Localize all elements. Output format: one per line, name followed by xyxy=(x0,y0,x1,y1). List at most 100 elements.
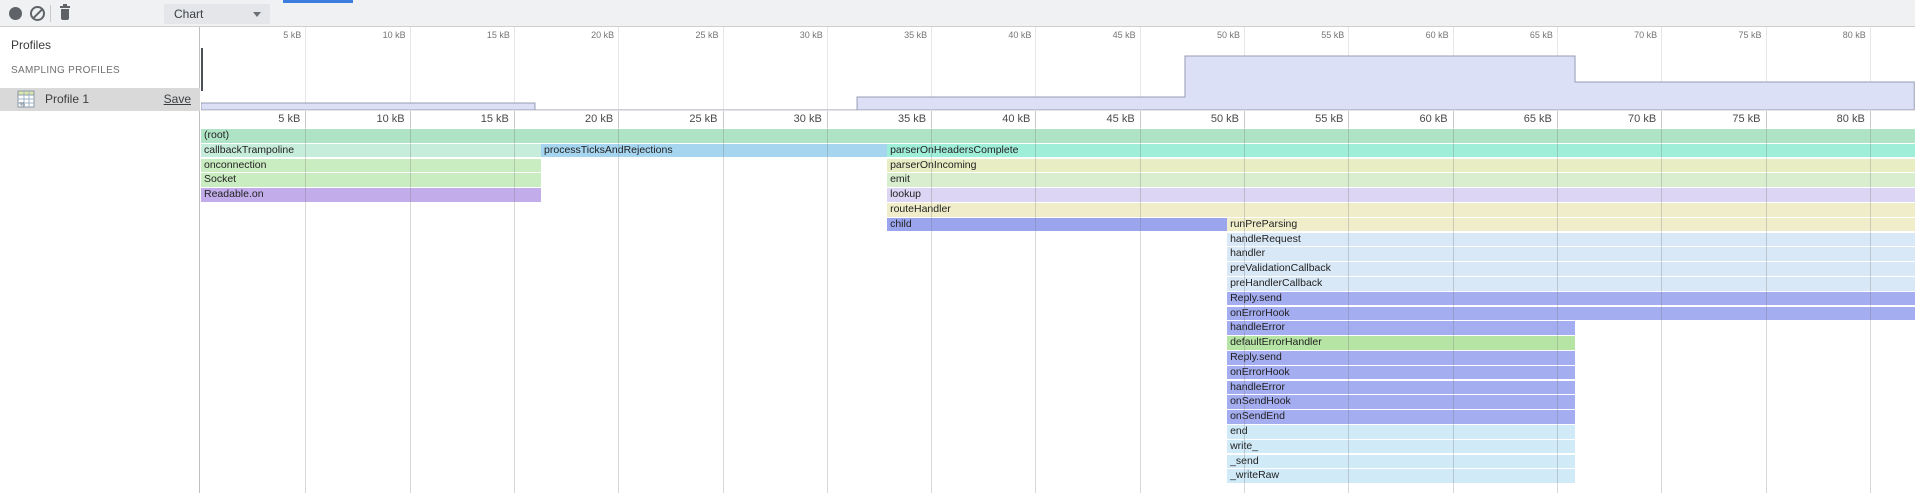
flame-frame-label: Socket xyxy=(201,173,541,187)
flame-frame-label: onSendHook xyxy=(1227,395,1575,409)
gridline xyxy=(1453,111,1454,128)
save-profile-link[interactable]: Save xyxy=(164,92,191,106)
flame-frame-handleerror[interactable]: handleError xyxy=(1227,321,1575,335)
flame-frame-label: end xyxy=(1227,425,1575,439)
profiler-panel: Chart Profiles SAMPLING PROFILES % Profi… xyxy=(0,0,1915,493)
active-tab-indicator xyxy=(283,0,353,3)
sidebar-title: Profiles xyxy=(11,38,51,52)
flame-frame-lookup[interactable]: lookup xyxy=(887,188,1915,202)
gridline xyxy=(1766,111,1767,128)
gridline xyxy=(1140,128,1141,493)
flame-chart[interactable]: (root)callbackTrampolineprocessTicksAndR… xyxy=(201,128,1915,493)
flame-frame-label: defaultErrorHandler xyxy=(1227,336,1575,350)
axis-tick-label: 15 kB xyxy=(439,113,509,125)
gridline xyxy=(827,111,828,128)
flame-frame-handleerror[interactable]: handleError xyxy=(1227,381,1575,395)
flame-frame-label: handleError xyxy=(1227,321,1575,335)
flame-frame-label: (root) xyxy=(201,129,1915,143)
flame-frame-label: write_ xyxy=(1227,440,1575,454)
gridline xyxy=(1661,128,1662,493)
flame-frame-parseronincoming[interactable]: parserOnIncoming xyxy=(887,159,1915,173)
flame-frame-emit[interactable]: emit xyxy=(887,173,1915,187)
gridline xyxy=(1348,128,1349,493)
flame-frame-root[interactable]: (root) xyxy=(201,129,1915,143)
flame-frame-onsendend[interactable]: onSendEnd xyxy=(1227,410,1575,424)
toolbar-divider xyxy=(50,5,51,22)
flame-frame-label: processTicksAndRejections xyxy=(541,144,887,158)
gridline xyxy=(1035,111,1036,128)
flame-frame-label: child xyxy=(887,218,1227,232)
axis-tick-label: 20 kB xyxy=(543,113,613,125)
flame-frame-send[interactable]: _send xyxy=(1227,455,1575,469)
flame-frame-onerrorhook[interactable]: onErrorHook xyxy=(1227,307,1915,321)
chevron-down-icon xyxy=(253,12,261,17)
gridline xyxy=(1870,111,1871,128)
axis-tick-label: 65 kB xyxy=(1482,113,1552,125)
gridline xyxy=(410,128,411,493)
gridline xyxy=(410,111,411,128)
axis-tick-label: 10 kB xyxy=(335,113,405,125)
gridline xyxy=(1557,111,1558,128)
axis-tick-label: 55 kB xyxy=(1273,113,1343,125)
clear-all-icon[interactable] xyxy=(30,6,45,21)
flame-ruler: 5 kB10 kB15 kB20 kB25 kB30 kB35 kB40 kB4… xyxy=(201,110,1915,128)
gridline xyxy=(514,128,515,493)
overview-range-handle[interactable] xyxy=(201,48,203,91)
flame-frame-defaulterrorhandler[interactable]: defaultErrorHandler xyxy=(1227,336,1575,350)
flame-frame-label: parserOnHeadersComplete xyxy=(887,144,1915,158)
gridline xyxy=(723,128,724,493)
flame-frame-callbacktrampoline[interactable]: callbackTrampoline xyxy=(201,144,541,158)
flame-frame-end[interactable]: end xyxy=(1227,425,1575,439)
gridline xyxy=(1140,111,1141,128)
profile-table-icon: % xyxy=(17,90,35,108)
flame-frame-onsendhook[interactable]: onSendHook xyxy=(1227,395,1575,409)
memory-overview-pane[interactable]: 5 kB10 kB15 kB20 kB25 kB30 kB35 kB40 kB4… xyxy=(201,27,1915,110)
sidebar-item-profile-1[interactable]: % Profile 1 Save xyxy=(0,88,200,111)
gridline xyxy=(931,128,932,493)
gridline xyxy=(1557,128,1558,493)
gridline xyxy=(1766,128,1767,493)
view-mode-select[interactable]: Chart xyxy=(164,4,270,24)
flame-frame-runpreparsing[interactable]: runPreParsing xyxy=(1227,218,1915,232)
flame-frame-reply-send[interactable]: Reply.send xyxy=(1227,351,1575,365)
gridline xyxy=(723,111,724,128)
flame-frame-label: preHandlerCallback xyxy=(1227,277,1915,291)
flame-frame-routehandler[interactable]: routeHandler xyxy=(887,203,1915,217)
axis-tick-label: 45 kB xyxy=(1065,113,1135,125)
axis-tick-label: 60 kB xyxy=(1378,113,1448,125)
flame-frame-processticksandrejections[interactable]: processTicksAndRejections xyxy=(541,144,887,158)
flame-frame-socket[interactable]: Socket xyxy=(201,173,541,187)
trash-icon[interactable] xyxy=(58,5,72,22)
memory-overview-chart[interactable] xyxy=(201,27,1915,110)
flame-frame-prevalidationcallback[interactable]: preValidationCallback xyxy=(1227,262,1915,276)
flame-frame-handler[interactable]: handler xyxy=(1227,247,1915,261)
flame-frame-writeraw[interactable]: _writeRaw xyxy=(1227,469,1575,483)
flame-frame-reply-send[interactable]: Reply.send xyxy=(1227,292,1915,306)
flame-frame-child[interactable]: child xyxy=(887,218,1227,232)
flame-frame-readable-on[interactable]: Readable.on xyxy=(201,188,541,202)
axis-tick-label: 70 kB xyxy=(1586,113,1656,125)
flame-frame-label: handleError xyxy=(1227,381,1575,395)
flame-frame-prehandlercallback[interactable]: preHandlerCallback xyxy=(1227,277,1915,291)
flame-frame-label: onSendEnd xyxy=(1227,410,1575,424)
gridline xyxy=(827,128,828,493)
flame-frame-onerrorhook[interactable]: onErrorHook xyxy=(1227,366,1575,380)
axis-tick-label: 80 kB xyxy=(1795,113,1865,125)
flame-frame-label: Reply.send xyxy=(1227,292,1915,306)
flame-frame-write[interactable]: write_ xyxy=(1227,440,1575,454)
flame-frame-label: lookup xyxy=(887,188,1915,202)
flame-frame-label: Readable.on xyxy=(201,188,541,202)
axis-tick-label: 75 kB xyxy=(1691,113,1761,125)
gridline xyxy=(1453,128,1454,493)
record-icon[interactable] xyxy=(9,7,22,20)
flame-frame-label: onconnection xyxy=(201,159,541,173)
gridline xyxy=(1035,128,1036,493)
profile-name: Profile 1 xyxy=(45,92,89,106)
gridline xyxy=(931,111,932,128)
flame-frame-handlerequest[interactable]: handleRequest xyxy=(1227,233,1915,247)
flame-frame-parseronheaderscomplete[interactable]: parserOnHeadersComplete xyxy=(887,144,1915,158)
flame-frame-onconnection[interactable]: onconnection xyxy=(201,159,541,173)
svg-text:%: % xyxy=(20,103,26,109)
axis-tick-label: 5 kB xyxy=(230,113,300,125)
axis-tick-label: 50 kB xyxy=(1169,113,1239,125)
